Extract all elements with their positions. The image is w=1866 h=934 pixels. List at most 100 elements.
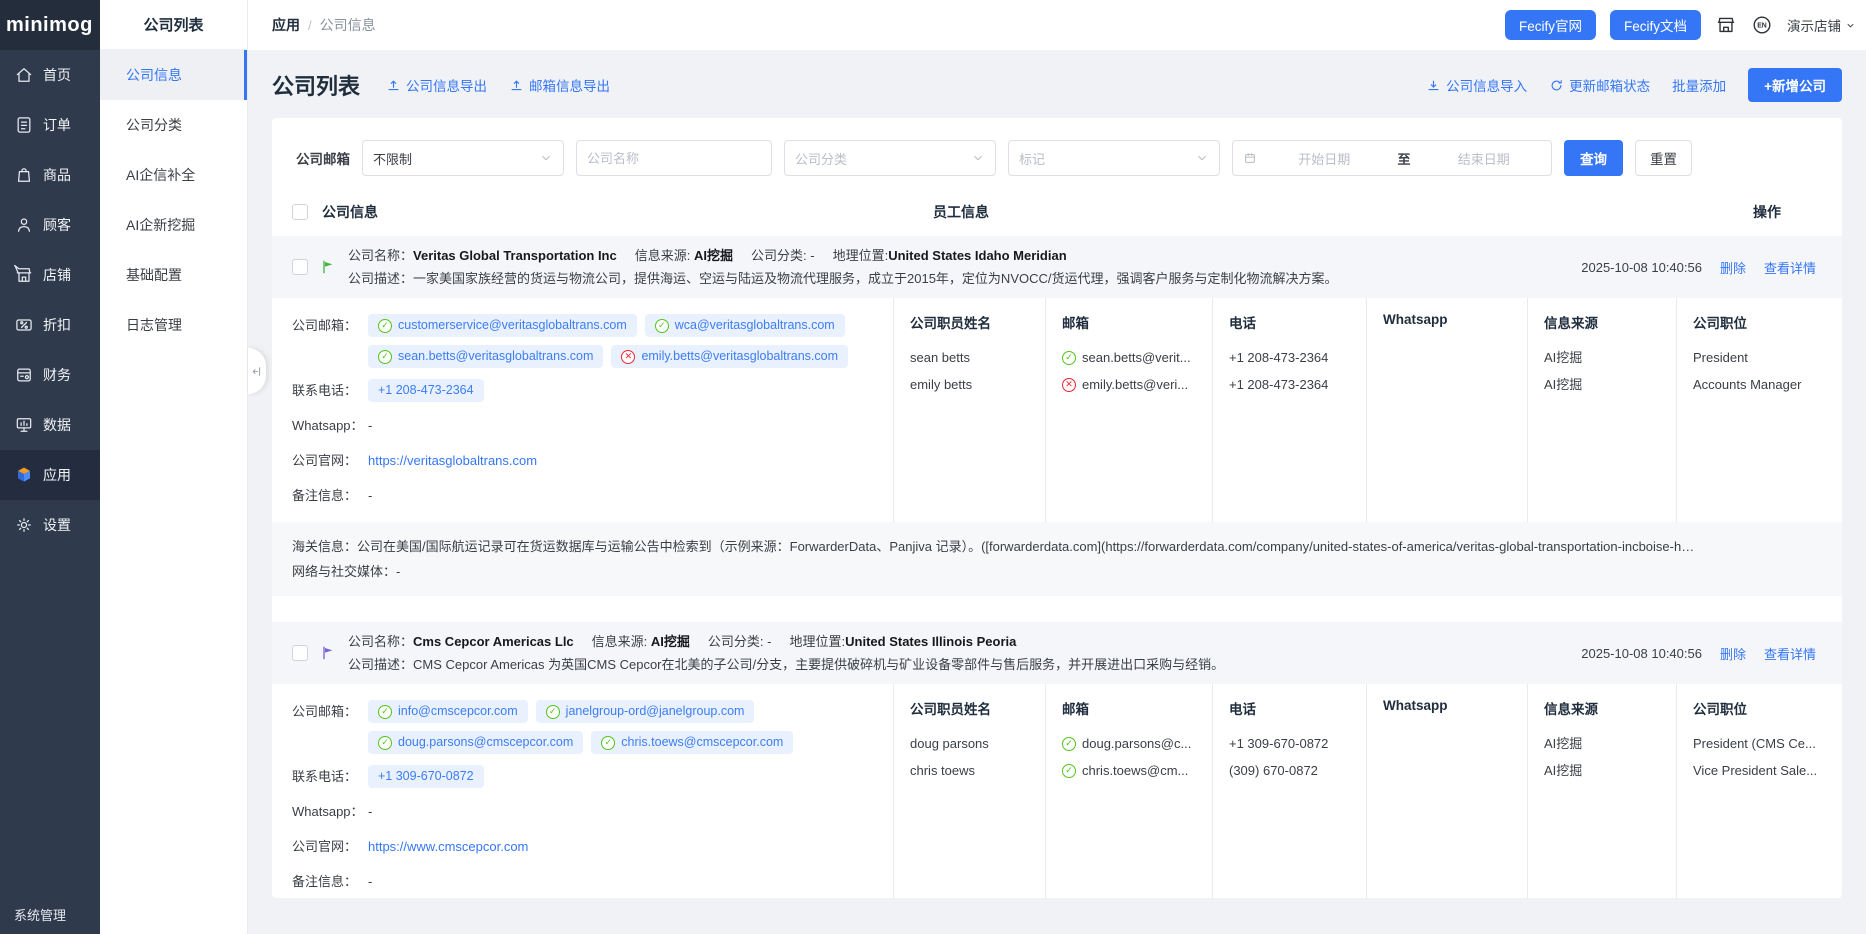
app-root: minimog 首页 订单 商品 顾客 店铺 折扣 财务 [0,0,1866,934]
email-chip[interactable]: ✓wca@veritasglobaltrans.com [645,314,845,337]
export-email-link[interactable]: 邮箱信息导出 [509,75,610,95]
import-company-link[interactable]: 公司信息导入 [1426,75,1527,95]
website-link[interactable]: https://veritasglobaltrans.com [368,449,537,473]
select-all-checkbox[interactable] [292,204,308,220]
employee-email: ✕emily.betts@veri... [1062,371,1204,398]
customers-icon [14,215,34,235]
sidebar-item-customers[interactable]: 顾客 [0,200,100,250]
store-icon [14,265,34,285]
customs-info: 公司在美国/国际航运记录可在货运数据库与运输公告中检索到（示例来源：Forwar… [357,539,1694,554]
page-title: 公司列表 [272,69,360,101]
update-email-status-link[interactable]: 更新邮箱状态 [1549,75,1650,95]
email-chip[interactable]: ✕emily.betts@veritasglobaltrans.com [611,345,848,368]
breadcrumb-separator: / [308,18,312,33]
email-chip[interactable]: ✓chris.toews@cmscepcor.com [591,731,793,754]
sidebar-item-data[interactable]: 数据 [0,400,100,450]
sidebar-item-home[interactable]: 首页 [0,50,100,100]
submenu-item-log-manage[interactable]: 日志管理 [100,300,247,350]
email-invalid-icon: ✕ [621,350,635,364]
search-button[interactable]: 查询 [1564,140,1623,176]
company-location: United States Illinois Peoria [845,634,1016,649]
company-description: CMS Cepcor Americas 为英国CMS Cepcor在北美的子公司… [413,657,1224,672]
email-valid-icon: ✓ [1062,351,1076,365]
breadcrumb-root[interactable]: 应用 [272,15,300,35]
sidebar-item-store[interactable]: 店铺 [0,250,100,300]
email-chip[interactable]: ✓sean.betts@veritasglobaltrans.com [368,345,603,368]
store-switcher[interactable]: 演示店铺 [1787,15,1856,35]
language-icon[interactable]: EN [1751,14,1773,36]
sidebar-item-orders[interactable]: 订单 [0,100,100,150]
view-detail-link[interactable]: 查看详情 [1764,644,1816,663]
filter-bar: 公司邮箱 不限制 公司分类 标记 [272,118,1842,182]
website-link[interactable]: https://www.cmscepcor.com [368,835,528,859]
delete-link[interactable]: 删除 [1720,258,1746,277]
refresh-icon [1549,78,1564,93]
fecify-site-button[interactable]: Fecify官网 [1505,10,1596,40]
email-chip[interactable]: ✓customerservice@veritasglobaltrans.com [368,314,637,337]
submenu-item-ai-mining[interactable]: AI企新挖掘 [100,200,247,250]
email-chip[interactable]: ✓doug.parsons@cmscepcor.com [368,731,583,754]
employee-position: Vice President Sale... [1693,757,1834,784]
whatsapp-value: - [368,414,372,438]
email-status-select[interactable]: 不限制 [362,140,564,176]
sidebar-footer[interactable]: 系统管理 [0,905,100,934]
fecify-docs-button[interactable]: Fecify文档 [1610,10,1701,40]
employee-position: President [1693,344,1834,371]
flag-icon[interactable] [320,645,336,661]
company-name-input[interactable] [576,140,772,176]
employee-source: AI挖掘 [1544,344,1668,371]
batch-add-link[interactable]: 批量添加 [1672,75,1726,95]
email-chip[interactable]: ✓janelgroup-ord@janelgroup.com [536,700,755,723]
employee-email: ✓sean.betts@verit... [1062,344,1204,371]
store-name-label: 演示店铺 [1787,15,1841,35]
company-category: - [810,248,814,263]
remark-value: - [368,870,372,894]
company-description: 一家美国家族经营的货运与物流公司，提供海运、空运与陆运及物流代理服务，成立于20… [413,271,1337,286]
email-valid-icon: ✓ [378,736,392,750]
row-checkbox[interactable] [292,645,308,661]
export-company-link[interactable]: 公司信息导出 [386,75,487,95]
whatsapp-value: - [368,800,372,824]
sidebar-item-label: 财务 [43,365,71,385]
storefront-icon[interactable] [1715,14,1737,36]
company-row-details: 公司邮箱： ✓customerservice@veritasglobaltran… [272,298,1842,522]
delete-link[interactable]: 删除 [1720,644,1746,663]
end-date-field[interactable]: 结束日期 [1427,149,1542,168]
sidebar-item-discount[interactable]: 折扣 [0,300,100,350]
remark-value: - [368,484,372,508]
sidebar-item-settings[interactable]: 设置 [0,500,100,550]
row-checkbox[interactable] [292,259,308,275]
date-range-separator: 至 [1398,149,1411,168]
column-action: 操作 [1712,202,1822,222]
submenu-item-base-config[interactable]: 基础配置 [100,250,247,300]
email-chip[interactable]: ✓info@cmscepcor.com [368,700,528,723]
employee-phone: +1 208-473-2364 [1229,344,1358,371]
email-valid-icon: ✓ [378,319,392,333]
submenu-item-company-info[interactable]: 公司信息 [100,50,247,100]
submenu-item-ai-enrich[interactable]: AI企信补全 [100,150,247,200]
company-list-card: 公司邮箱 不限制 公司分类 标记 [272,118,1842,898]
email-valid-icon: ✓ [655,319,669,333]
chevron-down-icon [1195,151,1209,165]
reset-button[interactable]: 重置 [1635,140,1692,176]
start-date-field[interactable]: 开始日期 [1267,149,1382,168]
email-valid-icon: ✓ [1062,764,1076,778]
phone-chip[interactable]: +1 309-670-0872 [368,765,484,788]
date-range-picker[interactable]: 开始日期 至 结束日期 [1232,140,1552,176]
sidebar-item-label: 折扣 [43,315,71,335]
flag-icon[interactable] [320,259,336,275]
sidebar-item-apps[interactable]: 应用 [0,450,100,500]
sidebar-item-finance[interactable]: 财务 [0,350,100,400]
collapse-icon [251,365,264,378]
phone-chip[interactable]: +1 208-473-2364 [368,379,484,402]
company-category-select[interactable]: 公司分类 [784,140,996,176]
tag-select[interactable]: 标记 [1008,140,1220,176]
column-company-info: 公司信息 [322,202,378,222]
employee-table: 公司职员姓名 doug parsons chris toews 邮箱 ✓doug… [893,684,1842,898]
view-detail-link[interactable]: 查看详情 [1764,258,1816,277]
add-company-button[interactable]: +新增公司 [1748,68,1842,102]
sidebar-item-products[interactable]: 商品 [0,150,100,200]
company-source: AI挖掘 [694,248,733,263]
orders-icon [14,115,34,135]
submenu-item-company-category[interactable]: 公司分类 [100,100,247,150]
